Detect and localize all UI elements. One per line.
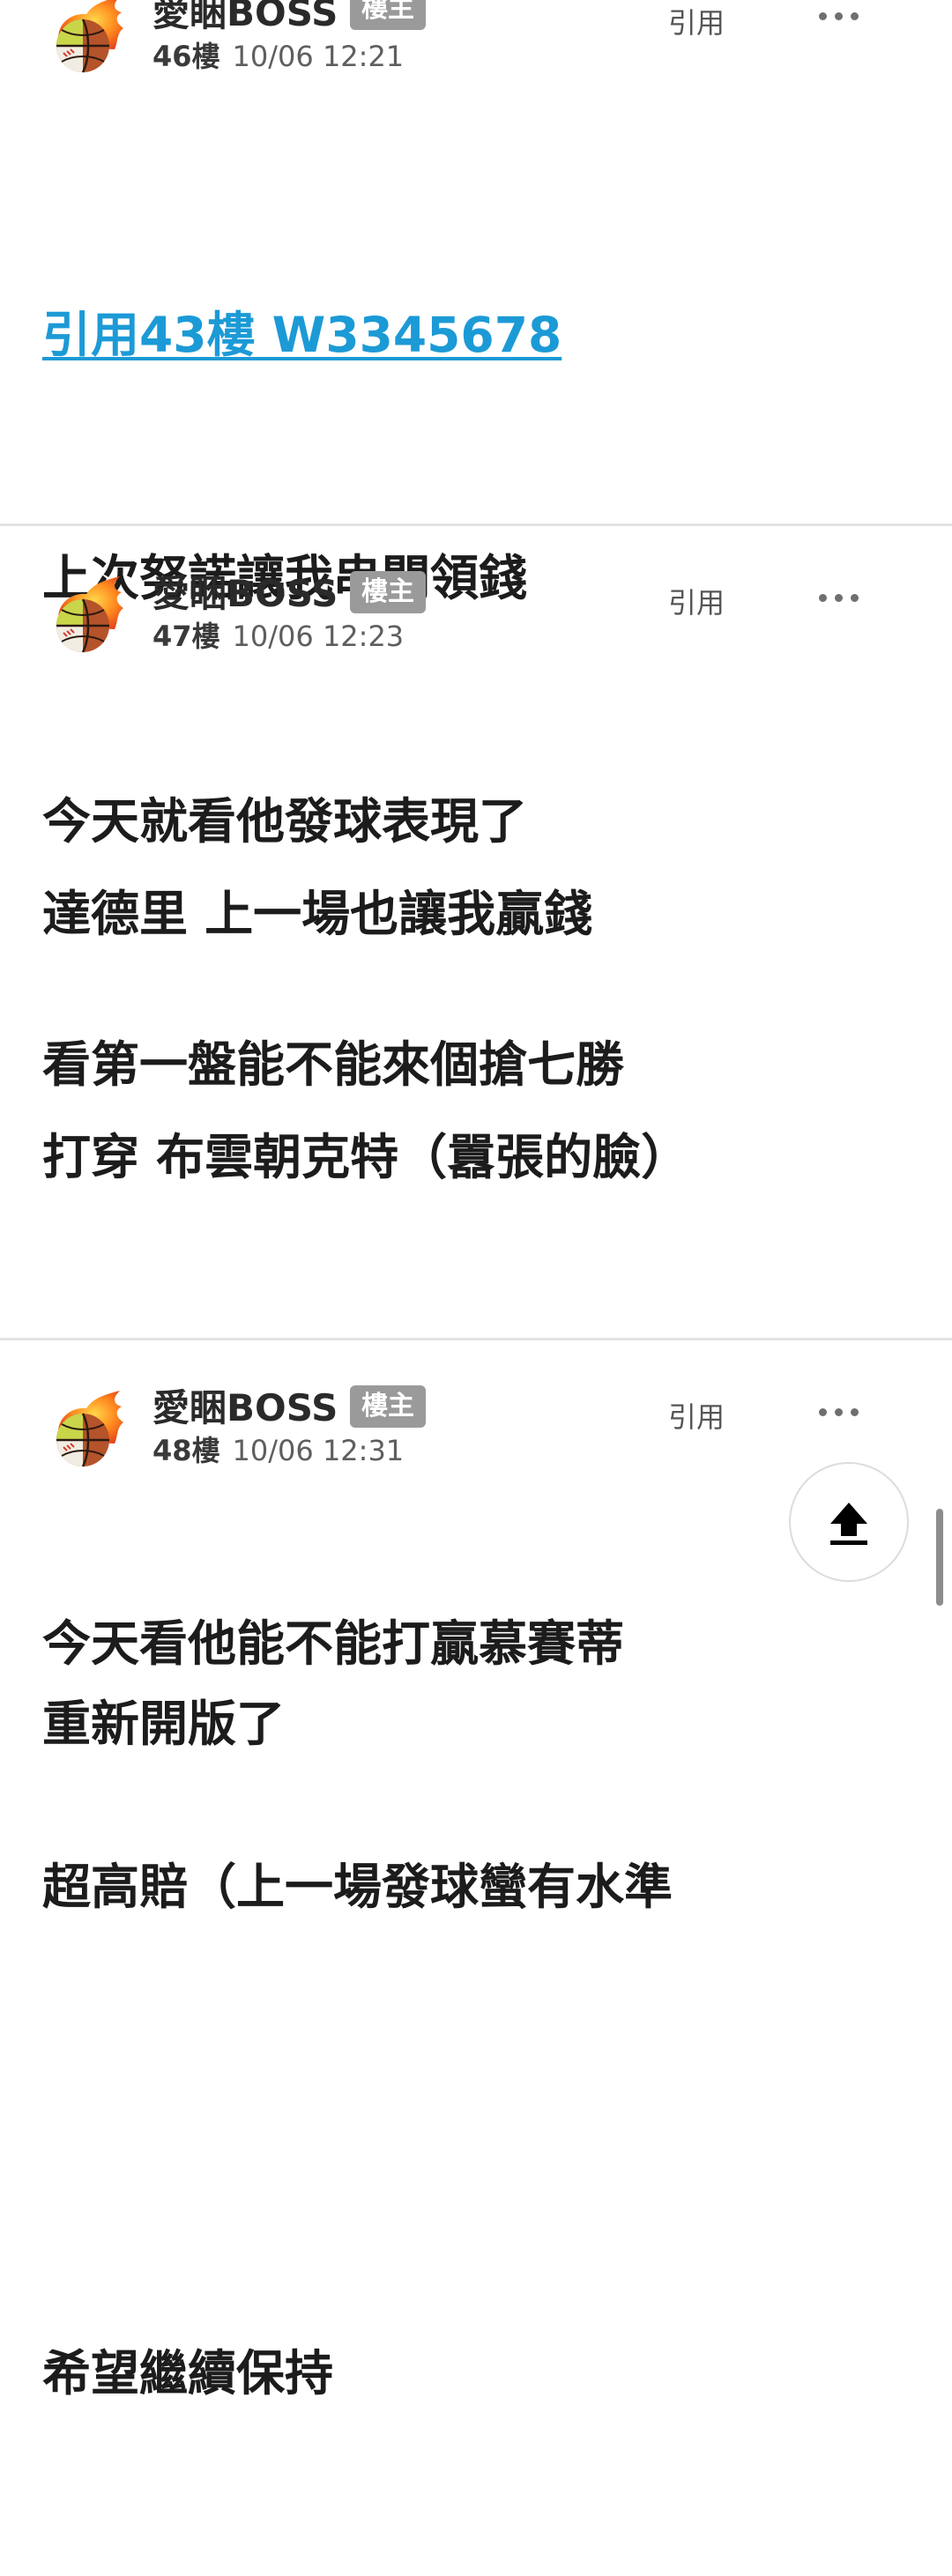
post-datetime: 10/06 12:21 [232,40,405,73]
flaming-ball-avatar-icon [44,575,125,656]
content-line: 希望繼續保持 [42,2345,334,2402]
scrollbar[interactable] [936,1509,943,1606]
avatar[interactable] [44,1389,125,1470]
avatar[interactable] [44,575,125,656]
more-dots-icon[interactable] [819,590,859,605]
content-line: 達德里 上一場也讓我贏錢 [42,886,593,942]
author-name[interactable]: 愛睏BOSS [152,1386,338,1430]
scroll-to-top-button[interactable] [789,1462,909,1582]
more-dots-icon[interactable] [819,1405,859,1419]
floor-number: 48樓 [152,1434,220,1467]
quote-button[interactable]: 引用 [668,1399,725,1435]
floor-number: 47樓 [152,620,220,653]
post-divider [0,1338,952,1340]
arrow-up-to-top-icon [830,1503,867,1545]
author-name[interactable]: 愛睏BOSS [152,0,338,35]
quote-button[interactable]: 引用 [668,585,725,620]
quote-button[interactable]: 引用 [668,5,725,41]
avatar[interactable] [44,0,125,76]
quote-reference-link[interactable]: 引用43樓 W3345678 [42,307,562,363]
post-content: 重新開版了 [42,1521,285,1926]
flaming-ball-avatar-icon [44,0,125,76]
flaming-ball-avatar-icon [44,1389,125,1470]
op-badge: 樓主 [350,571,426,613]
content-line: 重新開版了 [42,1696,286,1752]
more-dots-icon[interactable] [819,9,859,23]
post-meta: 46樓 10/06 12:21 [152,39,404,74]
op-badge: 樓主 [350,0,426,30]
post-meta: 48樓 10/06 12:31 [152,1433,404,1468]
post-datetime: 10/06 12:31 [232,1434,405,1467]
post-divider [0,523,952,526]
post-datetime: 10/06 12:23 [232,620,405,653]
author-name[interactable]: 愛睏BOSS [152,572,338,616]
post-meta: 47樓 10/06 12:23 [152,619,404,654]
op-badge: 樓主 [350,1385,426,1428]
content-line: 打穿 布雲朝克特（囂張的臉） [42,1129,690,1185]
content-line [42,2090,689,2171]
floor-number: 46樓 [152,40,220,73]
